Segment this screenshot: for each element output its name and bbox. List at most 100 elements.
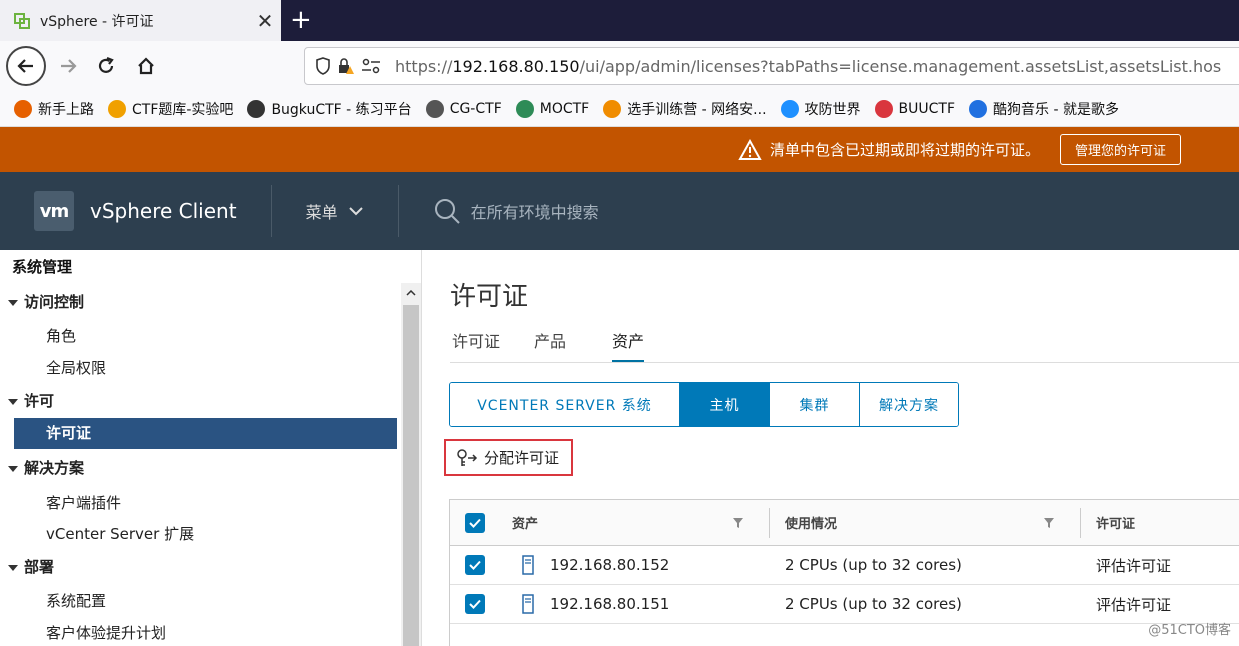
- sidebar-group-access-control[interactable]: 访问控制: [8, 291, 84, 312]
- scrollbar-thumb[interactable]: [403, 305, 419, 646]
- sidebar-group-deployment[interactable]: 部署: [8, 556, 54, 577]
- search-placeholder: 在所有环境中搜索: [470, 203, 599, 222]
- sidebar-item-system-config[interactable]: 系统配置: [46, 590, 106, 611]
- forward-button[interactable]: [50, 48, 86, 84]
- column-separator[interactable]: [1080, 508, 1081, 538]
- shield-icon[interactable]: [315, 57, 331, 75]
- lock-warning-icon[interactable]: [337, 57, 355, 75]
- search-icon: [434, 199, 460, 224]
- column-header-usage[interactable]: 使用情况: [785, 500, 837, 545]
- sidebar-group-label: 访问控制: [24, 293, 85, 311]
- sidebar-group-label: 解决方案: [24, 459, 85, 477]
- segment-vcenter-systems[interactable]: VCENTER SERVER 系统: [450, 383, 680, 426]
- bookmark-label: CTF题库-实验吧: [132, 101, 234, 118]
- url-text: https://192.168.80.150/ui/app/admin/lice…: [395, 57, 1221, 76]
- table-row[interactable]: 192.168.80.151 2 CPUs (up to 32 cores) 评…: [450, 585, 1239, 624]
- menu-dropdown[interactable]: 菜单: [306, 199, 364, 223]
- chevron-down-icon: [348, 207, 363, 216]
- reload-button[interactable]: [88, 48, 124, 84]
- vmware-logo[interactable]: vm: [34, 191, 74, 231]
- filter-icon[interactable]: [732, 517, 744, 529]
- bookmark-item[interactable]: BUUCTF: [874, 99, 956, 118]
- bookmark-item[interactable]: 新手上路: [14, 99, 94, 119]
- url-path: /ui/app/admin/licenses?tabPaths=license.…: [579, 56, 1222, 76]
- asset-name: 192.168.80.151: [550, 595, 670, 613]
- host-icon: [522, 594, 534, 614]
- check-icon: [469, 518, 481, 528]
- home-button[interactable]: [128, 48, 164, 84]
- sidebar-scrollbar[interactable]: [401, 283, 421, 646]
- app-title[interactable]: vSphere Client: [90, 199, 237, 223]
- asset-cell[interactable]: 192.168.80.151: [522, 585, 669, 623]
- manage-licenses-button[interactable]: 管理您的许可证: [1059, 134, 1181, 165]
- bookmark-item[interactable]: CG-CTF: [425, 99, 502, 118]
- sidebar-item-roles[interactable]: 角色: [46, 325, 76, 346]
- menu-label: 菜单: [305, 203, 338, 222]
- segment-solutions[interactable]: 解决方案: [860, 383, 958, 426]
- bookmark-label: 选手训练营 - 网络安...: [627, 101, 767, 118]
- browser-tab[interactable]: vSphere - 许可证 ✕: [0, 0, 281, 41]
- url-bar[interactable]: https://192.168.80.150/ui/app/admin/lice…: [304, 47, 1239, 85]
- sidebar-item-vcenter-extensions[interactable]: vCenter Server 扩展: [46, 523, 194, 544]
- row-checkbox[interactable]: [465, 546, 485, 584]
- assign-license-button[interactable]: 分配许可证: [444, 439, 573, 476]
- bookmark-favicon-icon: [425, 99, 444, 118]
- banner-message: 清单中包含已过期或即将过期的许可证。: [769, 141, 1040, 159]
- bookmark-item[interactable]: 选手训练营 - 网络安...: [603, 99, 767, 119]
- select-all-checkbox[interactable]: [465, 500, 485, 545]
- sidebar-item-licenses[interactable]: 许可证: [14, 418, 397, 449]
- license-warning-banner: 清单中包含已过期或即将过期的许可证。 管理您的许可证: [0, 127, 1239, 172]
- tab-licenses[interactable]: 许可证: [452, 328, 500, 363]
- sidebar-item-client-plugins[interactable]: 客户端插件: [46, 492, 121, 513]
- bookmark-item[interactable]: CTF题库-实验吧: [108, 99, 233, 119]
- url-host: 192.168.80.150: [452, 56, 580, 76]
- bookmark-label: BUUCTF: [898, 100, 956, 117]
- back-button[interactable]: [6, 46, 46, 86]
- permissions-icon[interactable]: [361, 58, 381, 74]
- row-checkbox[interactable]: [465, 585, 485, 623]
- column-separator[interactable]: [769, 508, 770, 538]
- check-icon: [469, 599, 481, 609]
- warning-icon: [738, 138, 762, 160]
- filter-icon[interactable]: [1043, 517, 1055, 529]
- bookmark-favicon-icon: [247, 99, 266, 118]
- table-row[interactable]: 192.168.80.152 2 CPUs (up to 32 cores) 评…: [450, 546, 1239, 585]
- new-tab-icon[interactable]: +: [290, 6, 312, 34]
- bookmark-item[interactable]: 酷狗音乐 - 就是歌多: [969, 99, 1119, 119]
- sidebar-item-global-permissions[interactable]: 全局权限: [46, 357, 106, 378]
- segment-clusters[interactable]: 集群: [770, 383, 860, 426]
- global-search[interactable]: 在所有环境中搜索: [433, 197, 599, 225]
- bookmark-label: BugkuCTF - 练习平台: [271, 101, 412, 118]
- bookmark-item[interactable]: 攻防世界: [780, 99, 861, 119]
- bookmark-label: 新手上路: [38, 101, 94, 118]
- bookmark-label: MOCTF: [539, 100, 590, 117]
- column-header-asset[interactable]: 资产: [512, 500, 538, 545]
- arrow-right-icon: [61, 59, 77, 73]
- sidebar-group-licensing[interactable]: 许可: [8, 390, 54, 411]
- license-cell: 评估许可证: [1096, 556, 1172, 575]
- segment-hosts[interactable]: 主机: [680, 383, 770, 426]
- bookmark-favicon-icon: [780, 99, 799, 118]
- sidebar-group-solutions[interactable]: 解决方案: [8, 457, 84, 478]
- sidebar-title: 系统管理: [12, 258, 73, 276]
- close-tab-icon[interactable]: ✕: [249, 9, 281, 33]
- main-content: 许可证 许可证 产品 资产 VCENTER SERVER 系统 主机 集群 解决…: [423, 250, 1239, 646]
- asset-cell[interactable]: 192.168.80.152: [522, 546, 669, 584]
- bookmark-favicon-icon: [14, 99, 32, 118]
- column-header-license[interactable]: 许可证: [1096, 500, 1135, 545]
- bookmark-favicon-icon: [108, 99, 126, 118]
- scroll-up-icon[interactable]: [401, 283, 421, 303]
- usage-cell: 2 CPUs (up to 32 cores): [785, 556, 962, 574]
- host-icon: [522, 555, 534, 575]
- header-divider: [270, 185, 272, 237]
- browser-toolbar: https://192.168.80.150/ui/app/admin/lice…: [0, 41, 1239, 91]
- bookmark-item[interactable]: MOCTF: [515, 99, 590, 118]
- tab-products[interactable]: 产品: [534, 328, 566, 363]
- license-cell: 评估许可证: [1096, 595, 1172, 614]
- bookmark-favicon-icon: [874, 99, 893, 118]
- page-title: 许可证: [450, 282, 529, 312]
- tab-assets[interactable]: 资产: [612, 328, 645, 363]
- arrow-left-icon: [17, 59, 33, 73]
- sidebar-item-ceip[interactable]: 客户体验提升计划: [46, 622, 166, 643]
- bookmark-item[interactable]: BugkuCTF - 练习平台: [247, 99, 412, 119]
